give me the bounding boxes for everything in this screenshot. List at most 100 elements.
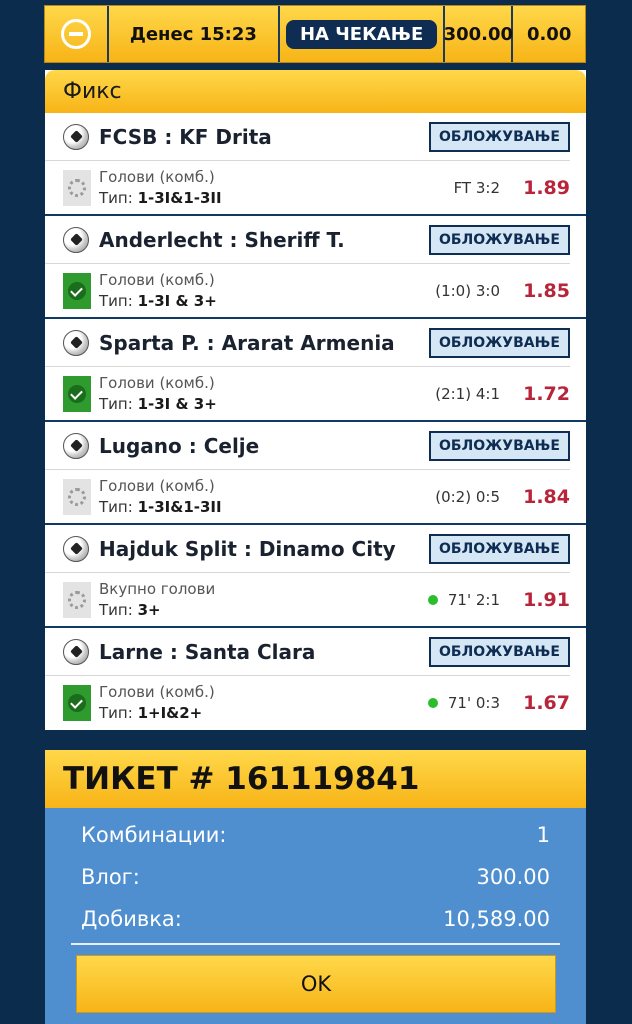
match-header: Larne : Santa Clara ОБЛОЖУВАЊЕ [45, 628, 570, 676]
type-value: 1+I&2+ [137, 704, 203, 722]
bet-type: Тип: 1-3I&1-3II [99, 188, 454, 209]
match-header: Sparta P. : Ararat Armenia ОБЛОЖУВАЊЕ [45, 319, 570, 367]
match-details: Вкупно голови Тип: 3+ 71' 2:1 1.91 [45, 573, 586, 627]
stake-value: 300.00 [444, 6, 514, 62]
win-label: Добивка: [81, 907, 182, 931]
type-value: 1-3I & 3+ [137, 292, 217, 310]
divider [71, 943, 560, 945]
match-score: 71' 0:3 [427, 694, 500, 712]
match-name: Larne : Santa Clara [99, 639, 316, 664]
combinations-row: Комбинации: 1 [81, 815, 550, 855]
match-details: Голови (комб.) Тип: 1-3I&1-3II FT 3:2 1.… [45, 161, 586, 215]
ticket-date: Денес 15:23 [109, 6, 281, 62]
type-value: 1-3I & 3+ [137, 395, 217, 413]
ok-button[interactable]: OK [76, 955, 556, 1013]
match-name: Lugano : Celje [99, 433, 260, 458]
stake-row: Влог: 300.00 [81, 857, 550, 897]
stake-label: Влог: [81, 865, 140, 889]
market-name: Вкупно голови [99, 580, 216, 598]
type-label: Тип: [99, 292, 133, 310]
match-row: Lugano : Celje ОБЛОЖУВАЊЕ Голови (комб.)… [45, 422, 586, 525]
odd-value: 1.85 [523, 280, 570, 302]
match-header: FCSB : KF Drita ОБЛОЖУВАЊЕ [45, 113, 570, 161]
match-header: Hajduk Split : Dinamo City ОБЛОЖУВАЊЕ [45, 525, 570, 573]
match-details: Голови (комб.) Тип: 1+I&2+ 71' 0:3 1.67 [45, 676, 586, 730]
match-row: FCSB : KF Drita ОБЛОЖУВАЊЕ Голови (комб.… [45, 113, 586, 216]
bet-type: Тип: 1-3I & 3+ [99, 291, 435, 312]
status-badge: НА ЧЕКАЊЕ [285, 19, 438, 49]
football-icon [63, 432, 89, 459]
market-name: Голови (комб.) [99, 168, 215, 186]
score-value: (0:2) 0:5 [435, 488, 500, 506]
bet-button[interactable]: ОБЛОЖУВАЊЕ [429, 533, 570, 564]
market-name: Голови (комб.) [99, 271, 215, 289]
bet-type: Тип: 1-3I&1-3II [99, 497, 435, 518]
football-icon [63, 535, 89, 562]
market-name: Голови (комб.) [99, 683, 215, 701]
win-value: 0.00 [526, 23, 572, 45]
match-market: Голови (комб.) Тип: 1-3I&1-3II [99, 167, 454, 209]
pending-status-icon [63, 582, 91, 618]
match-details: Голови (комб.) Тип: 1-3I & 3+ (2:1) 4:1 … [45, 367, 586, 421]
collapse-button[interactable] [45, 6, 109, 62]
odd-value: 1.89 [523, 177, 570, 199]
market-name: Голови (комб.) [99, 477, 215, 495]
match-row: Larne : Santa Clara ОБЛОЖУВАЊЕ Голови (к… [45, 628, 586, 731]
combinations-value: 1 [536, 823, 550, 847]
odd-value: 1.91 [523, 589, 570, 611]
match-score: (1:0) 3:0 [435, 282, 500, 300]
match-row: Anderlecht : Sheriff T. ОБЛОЖУВАЊЕ Голов… [45, 216, 586, 319]
bet-button[interactable]: ОБЛОЖУВАЊЕ [429, 636, 570, 667]
match-row: Sparta P. : Ararat Armenia ОБЛОЖУВАЊЕ Го… [45, 319, 586, 422]
match-score: FT 3:2 [454, 179, 500, 197]
match-name: Hajduk Split : Dinamo City [99, 536, 396, 561]
check-status-icon [63, 685, 91, 721]
match-market: Голови (комб.) Тип: 1-3I&1-3II [99, 476, 435, 518]
type-label: Тип: [99, 704, 133, 722]
bet-button[interactable]: ОБЛОЖУВАЊЕ [429, 224, 570, 255]
match-market: Вкупно голови Тип: 3+ [99, 579, 428, 621]
type-label: Тип: [99, 395, 133, 413]
match-name: Anderlecht : Sheriff T. [99, 227, 345, 252]
odd-value: 1.84 [523, 486, 570, 508]
bet-button[interactable]: ОБЛОЖУВАЊЕ [429, 327, 570, 358]
match-name: FCSB : KF Drita [99, 124, 272, 149]
type-value: 3+ [137, 601, 161, 619]
match-header: Lugano : Celje ОБЛОЖУВАЊЕ [45, 422, 570, 470]
football-icon [63, 638, 89, 665]
odd-value: 1.67 [523, 692, 570, 714]
football-icon [63, 226, 89, 253]
ticket-win-value: 10,589.00 [443, 907, 550, 931]
live-dot-icon [427, 595, 438, 605]
top-bar: Денес 15:23 НА ЧЕКАЊЕ 300.00 0.00 [44, 5, 586, 63]
football-icon [63, 123, 89, 150]
match-score: (2:1) 4:1 [435, 385, 500, 403]
type-label: Тип: [99, 189, 133, 207]
ticket-title: ТИКЕТ # 161119841 [45, 750, 586, 808]
match-name: Sparta P. : Ararat Armenia [99, 330, 395, 355]
bet-button[interactable]: ОБЛОЖУВАЊЕ [429, 121, 570, 152]
status-cell: НА ЧЕКАЊЕ [280, 6, 446, 62]
bet-type: Тип: 1+I&2+ [99, 703, 428, 724]
match-details: Голови (комб.) Тип: 1-3I&1-3II (0:2) 0:5… [45, 470, 586, 524]
score-value: (1:0) 3:0 [435, 282, 500, 300]
ticket-stake-value: 300.00 [476, 865, 550, 889]
matches-panel: Фикс FCSB : KF Drita ОБЛОЖУВАЊЕ Голови (… [45, 70, 586, 730]
pending-status-icon [63, 170, 91, 206]
ticket-summary: Комбинации: 1 Влог: 300.00 Добивка: 10,5… [45, 808, 586, 1024]
market-name: Голови (комб.) [99, 374, 215, 392]
score-value: 71' 0:3 [447, 694, 500, 712]
score-value: 71' 2:1 [447, 591, 500, 609]
panel-title: Фикс [45, 70, 586, 113]
type-label: Тип: [99, 498, 133, 516]
match-list: FCSB : KF Drita ОБЛОЖУВАЊЕ Голови (комб.… [45, 113, 586, 731]
football-icon [63, 329, 89, 356]
check-status-icon [63, 376, 91, 412]
pending-status-icon [63, 479, 91, 515]
bet-type: Тип: 3+ [99, 600, 428, 621]
bet-button[interactable]: ОБЛОЖУВАЊЕ [429, 430, 570, 461]
odd-value: 1.72 [523, 383, 570, 405]
match-score: 71' 2:1 [427, 591, 500, 609]
match-market: Голови (комб.) Тип: 1-3I & 3+ [99, 270, 435, 312]
type-value: 1-3I&1-3II [137, 498, 222, 516]
